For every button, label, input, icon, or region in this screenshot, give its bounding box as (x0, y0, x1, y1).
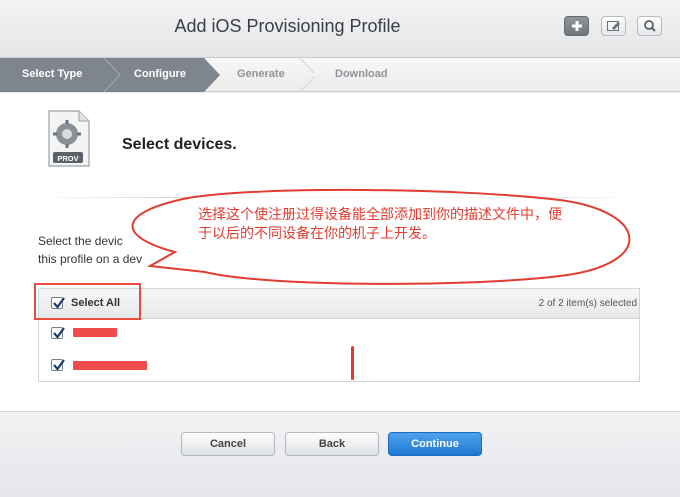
back-button[interactable]: Back (285, 432, 379, 456)
annotation-text: 选择这个使注册过得设备能全部添加到你的描述文件中，便于以后的不同设备在你的机子上… (198, 206, 562, 241)
annotation-mark (351, 346, 354, 380)
continue-button[interactable]: Continue (388, 432, 482, 456)
cancel-button[interactable]: Cancel (181, 432, 275, 456)
